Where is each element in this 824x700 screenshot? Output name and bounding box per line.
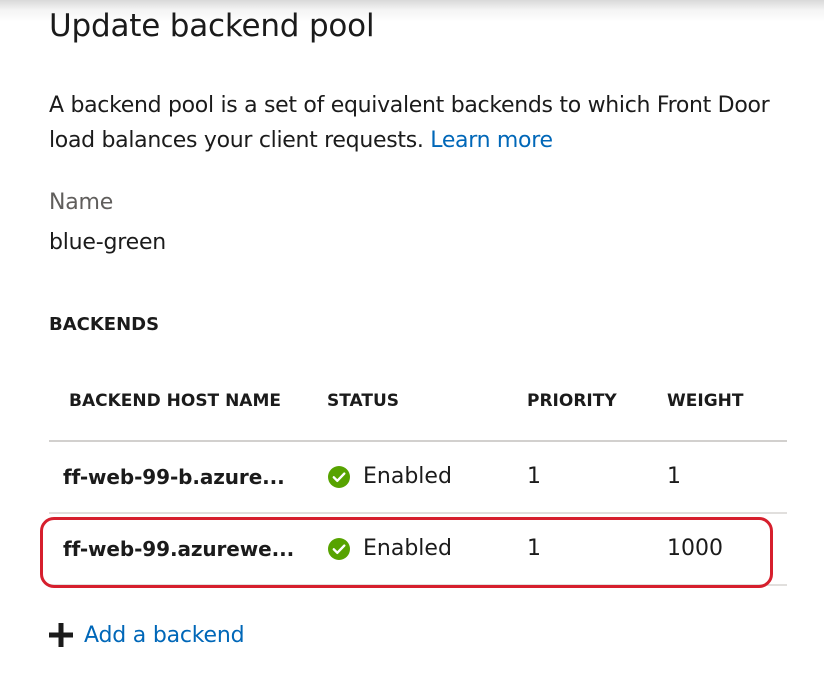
highlight-annotation — [40, 517, 773, 588]
column-header-host: BACKEND HOST NAME — [69, 391, 281, 411]
name-label: Name — [49, 190, 114, 215]
check-circle-icon — [328, 466, 350, 488]
backends-heading: BACKENDS — [49, 314, 160, 335]
backend-weight: 1 — [667, 464, 681, 489]
description-text: A backend pool is a set of equivalent ba… — [49, 93, 770, 153]
table-row[interactable]: ff-web-99-b.azure... Enabled 1 1 — [49, 442, 787, 514]
backend-status: Enabled — [363, 464, 452, 489]
learn-more-link[interactable]: Learn more — [430, 128, 553, 153]
plus-icon — [49, 623, 73, 647]
column-header-priority: PRIORITY — [527, 391, 617, 411]
name-value: blue-green — [49, 230, 167, 255]
column-header-status: STATUS — [327, 391, 400, 411]
add-backend-label: Add a backend — [84, 622, 245, 648]
column-header-weight: WEIGHT — [667, 391, 744, 411]
page-title: Update backend pool — [49, 8, 375, 44]
pool-description: A backend pool is a set of equivalent ba… — [49, 88, 789, 158]
backend-host-name: ff-web-99-b.azure... — [63, 465, 285, 489]
table-header: BACKEND HOST NAME STATUS PRIORITY WEIGHT — [49, 372, 787, 442]
add-backend-button[interactable]: Add a backend — [49, 618, 245, 652]
backend-priority: 1 — [527, 464, 541, 489]
